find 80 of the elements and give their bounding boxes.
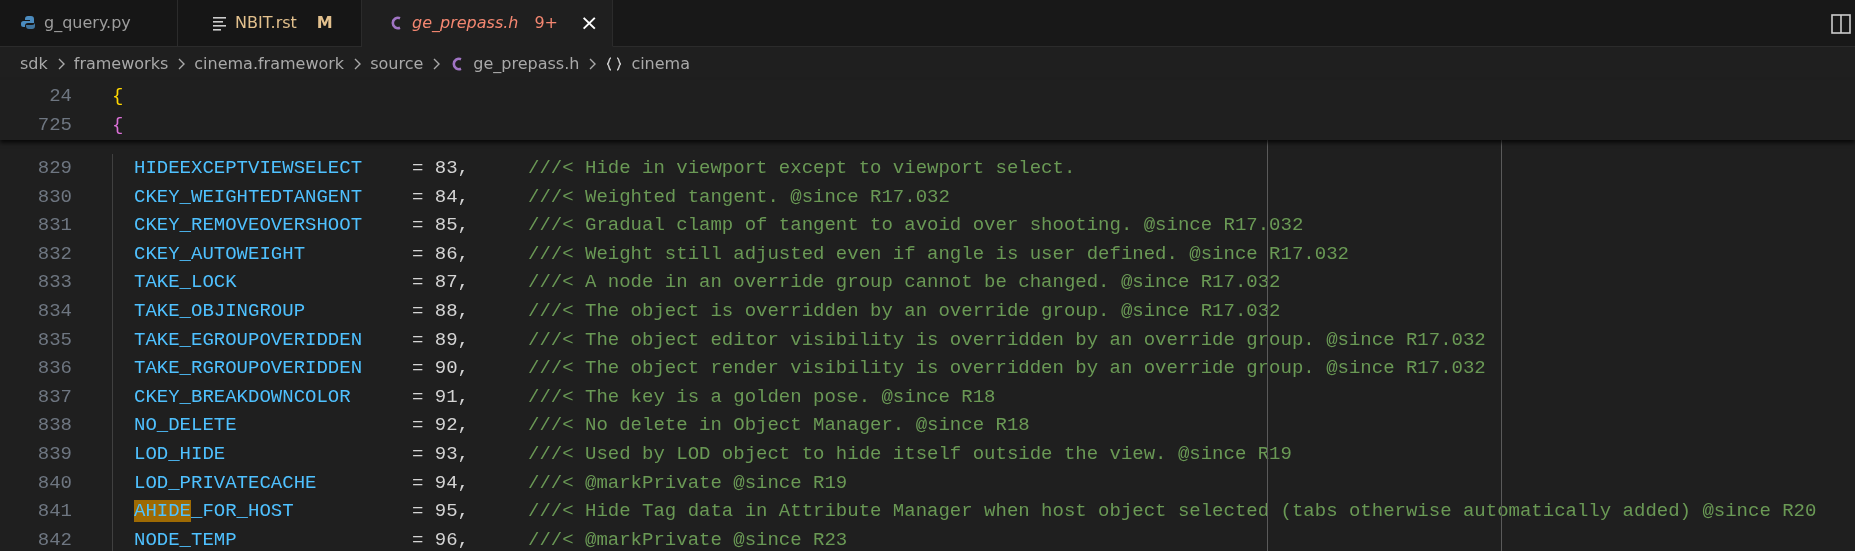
comment-text: ///< @markPrivate @since R19 [528, 470, 848, 496]
identifier-text: CKEY_WEIGHTEDTANGENT [134, 184, 364, 210]
comment-text: ///< Weight still adjusted even if angle is user defined. @since R17.032 [528, 241, 1349, 267]
comment-text: ///< A node in an override group cannot be changed. @since R17.032 [528, 270, 1281, 296]
line-number: 842 [36, 527, 72, 551]
identifier-text: TAKE_OBJINGROUP [134, 298, 307, 324]
comment-text: ///< @markPrivate @since R23 [528, 527, 848, 551]
identifier-text: TAKE_LOCK [134, 270, 238, 296]
line-number: 838 [36, 413, 72, 439]
identifier-text: TAKE_EGROUPOVERIDDEN [134, 327, 364, 353]
identifier-text: CKEY_BREAKDOWNCOLOR [134, 384, 352, 410]
split-editor-icon [1831, 13, 1851, 34]
editor-tab[interactable]: ge_prepass.h 9+ × [362, 0, 614, 47]
identifier-text: _FOR_HOST [191, 500, 294, 523]
lines-file-icon [212, 15, 227, 31]
comment-text: ///< Hide Tag data in Attribute Manager when host object selected (tabs otherwise automatically added) @since R20 [528, 499, 1817, 525]
chevron-icon [431, 56, 442, 71]
line-number: 834 [36, 298, 72, 324]
line-number: 832 [36, 241, 72, 267]
comment-text: ///< The object editor visibility is overridden by an override group. @since R17.032 [528, 327, 1486, 353]
identifier-text: HIDEEXCEPTVIEWSELECT [134, 156, 364, 181]
line-number: 841 [36, 499, 72, 525]
identifier-text: NO_DELETE [134, 413, 238, 439]
comment-text: ///< Weighted tangent. @since R17.032 [528, 184, 950, 210]
breadcrumb-item[interactable]: cinema.framework [194, 51, 345, 76]
comment-text: ///< Used by LOD object to hide itself outside the view. @since R19 [528, 441, 1292, 467]
value-text: = 95, [412, 499, 470, 525]
identifier-text: LOD_HIDE [134, 441, 227, 467]
value-text: = 96, [412, 527, 470, 551]
line-number: 24 [48, 84, 72, 109]
value-text: = 93, [412, 441, 470, 467]
line-number: 837 [36, 384, 72, 410]
comment-text: ///< No delete in Object Manager. @since R18 [528, 413, 1030, 439]
value-text: = 89, [412, 327, 470, 353]
split-editor-button[interactable] [1831, 11, 1851, 35]
bracket-text: { [112, 84, 124, 109]
comment-text: ///< The object is overridden by an override group. @since R17.032 [528, 298, 1281, 324]
line-number: 839 [36, 441, 72, 467]
breadcrumb-item[interactable]: cinema [605, 51, 690, 76]
value-text: = 88, [412, 298, 470, 324]
comment-text: ///< Hide in viewport except to viewport select. [528, 156, 1076, 181]
value-text: = 92, [412, 413, 470, 439]
identifier-text: NODE_TEMP [134, 527, 238, 551]
identifier-text: LOD_PRIVATECACHE [134, 470, 318, 496]
chevron-icon [176, 56, 187, 71]
line-number: 840 [36, 470, 72, 496]
close-button[interactable]: × [580, 12, 599, 34]
python-file-icon [20, 15, 36, 31]
line-number: 833 [36, 270, 72, 296]
value-text: = 91, [412, 384, 470, 410]
comment-text: ///< The key is a golden pose. @since R18 [528, 384, 996, 410]
chevron-icon [587, 56, 598, 71]
value-text: = 90, [412, 356, 470, 382]
value-text: = 94, [412, 470, 470, 496]
identifier-text: TAKE_RGROUPOVERIDDEN [134, 356, 364, 382]
identifier-text: CKEY_AUTOWEIGHT [134, 241, 307, 267]
problem-count: 9+ [534, 12, 559, 34]
value-text: = 85, [412, 213, 470, 239]
identifier-text: CKEY_REMOVEOVERSHOOT [134, 213, 364, 239]
breadcrumb-item[interactable]: ge_prepass.h [449, 51, 580, 76]
value-text: = 86, [412, 241, 470, 267]
line-number: 725 [36, 112, 72, 138]
value-text: = 83, [412, 156, 470, 181]
breadcrumb-item[interactable]: frameworks [73, 51, 169, 76]
chevron-icon [352, 56, 363, 71]
search-match: AHIDE [134, 500, 191, 523]
breadcrumb-item[interactable]: source [370, 51, 424, 76]
line-number: 836 [36, 356, 72, 382]
line-number: 830 [36, 184, 72, 210]
breadcrumb-item[interactable]: sdk [20, 51, 48, 76]
comment-text: ///< The object render visibility is overridden by an override group. @since R17.032 [528, 356, 1486, 382]
value-text: = 84, [412, 184, 470, 210]
line-number: 835 [36, 327, 72, 353]
line-number: 831 [36, 213, 72, 239]
value-text: = 87, [412, 270, 470, 296]
bracket-text: { [112, 112, 124, 138]
comment-text: ///< Gradual clamp of tangent to avoid over shooting. @since R17.032 [528, 213, 1304, 239]
modified-indicator: M [316, 12, 333, 34]
braces-icon [605, 55, 624, 72]
line-number: 829 [36, 156, 72, 181]
